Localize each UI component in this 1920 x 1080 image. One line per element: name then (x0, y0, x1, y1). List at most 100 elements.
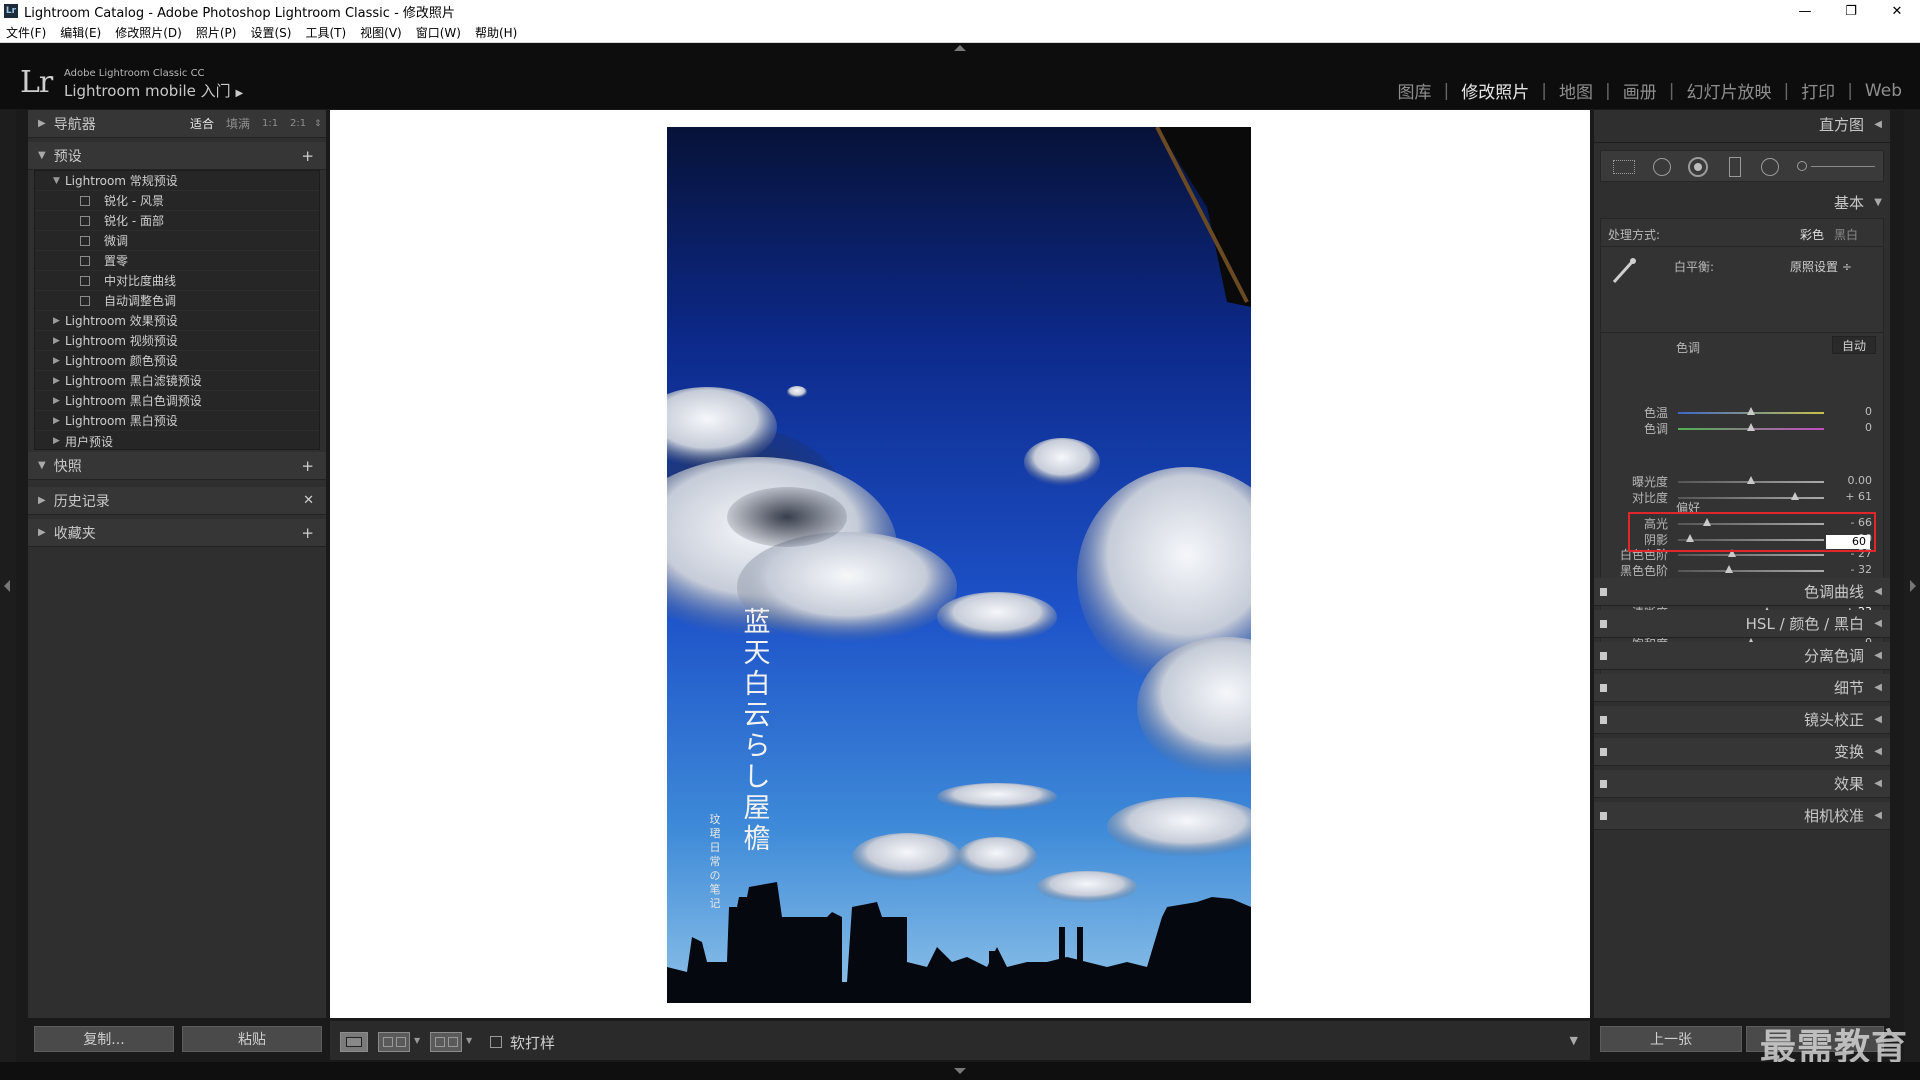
menu-window[interactable]: 窗口(W) (416, 24, 461, 41)
transform-section-header[interactable]: 变换 ◀ (1594, 738, 1890, 766)
red-eye-icon[interactable] (1688, 157, 1708, 177)
white-balance-eyedropper-icon[interactable] (1608, 256, 1640, 286)
copy-button[interactable]: 复制... (34, 1026, 174, 1052)
dropdown-arrow-icon[interactable]: ▼ (414, 1036, 420, 1045)
blacks-slider-knob[interactable] (1725, 565, 1734, 573)
collapse-top-panel-icon[interactable] (954, 45, 966, 51)
collapse-left-panel-icon[interactable] (4, 580, 10, 592)
vibrance-value-input[interactable]: 60 (1826, 535, 1870, 549)
blacks-value[interactable]: - 32 (1832, 563, 1872, 576)
add-snapshot-icon[interactable]: + (301, 457, 314, 475)
preset-item[interactable]: 中对比度曲线 (35, 271, 319, 291)
previous-button[interactable]: 上一张 (1600, 1026, 1742, 1052)
collapse-filmstrip-icon[interactable] (954, 1068, 966, 1074)
preset-group[interactable]: ▶ Lightroom 黑白滤镜预设 (35, 371, 319, 391)
softproof-checkbox[interactable] (490, 1036, 502, 1048)
tone-curve-section-header[interactable]: 色调曲线 ◀ (1594, 578, 1890, 606)
section-toggle-switch[interactable] (1600, 684, 1607, 692)
module-web[interactable]: Web (1865, 81, 1902, 101)
preset-group[interactable]: ▶ Lightroom 黑白色调预设 (35, 391, 319, 411)
minimize-button[interactable]: — (1782, 0, 1828, 22)
navigator-header[interactable]: ▶ 导航器 适合 填满 1:1 2:1 ⇕ (28, 110, 326, 138)
histogram-header[interactable]: 直方图 ◀ (1594, 110, 1890, 138)
collections-header[interactable]: ▶ 收藏夹 + (28, 519, 326, 547)
preset-group[interactable]: ▶ Lightroom 黑白预设 (35, 411, 319, 431)
section-toggle-switch[interactable] (1600, 780, 1607, 788)
presets-header[interactable]: ▼ 预设 + (28, 142, 326, 170)
basic-header[interactable]: 基本 ▼ (1594, 188, 1890, 216)
menu-tools[interactable]: 工具(T) (305, 24, 346, 41)
photo-preview[interactable]: 蓝天白云らし屋檐 玟珺日常の笔记 (667, 127, 1251, 1003)
zoom-1-1[interactable]: 1:1 (262, 118, 278, 129)
brush-size-slider[interactable] (1811, 166, 1875, 167)
preset-item[interactable]: 置零 (35, 251, 319, 271)
section-toggle-switch[interactable] (1600, 716, 1607, 724)
menu-edit[interactable]: 编辑(E) (60, 24, 101, 41)
preset-group-user[interactable]: ▶ 用户预设 (35, 431, 319, 451)
preset-item[interactable]: 锐化 - 风景 (35, 191, 319, 211)
history-header[interactable]: ▶ 历史记录 ✕ (28, 487, 326, 515)
loupe-view-button[interactable] (340, 1032, 368, 1052)
section-toggle-switch[interactable] (1600, 588, 1607, 596)
preset-group[interactable]: ▶ Lightroom 颜色预设 (35, 351, 319, 371)
adjustment-brush-icon[interactable] (1797, 161, 1807, 171)
menu-help[interactable]: 帮助(H) (475, 24, 517, 41)
zoom-stepper-icon[interactable]: ⇕ (314, 119, 322, 129)
exposure-slider-knob[interactable] (1747, 476, 1755, 484)
treatment-bw-option[interactable]: 黑白 (1834, 226, 1858, 243)
contrast-value[interactable]: + 61 (1832, 490, 1872, 503)
paste-button[interactable]: 粘贴 (182, 1026, 322, 1052)
section-toggle-switch[interactable] (1600, 748, 1607, 756)
module-map[interactable]: 地图 (1559, 78, 1593, 103)
whites-slider-track[interactable] (1678, 554, 1824, 556)
wb-dropdown[interactable]: 原照设置 ÷ (1790, 258, 1852, 275)
menu-develop[interactable]: 修改照片(D) (115, 24, 182, 41)
snapshots-header[interactable]: ▼ 快照 + (28, 452, 326, 480)
add-preset-icon[interactable]: + (301, 147, 314, 165)
identity-mobile-link[interactable]: Lightroom mobile 入门 ▶ (64, 80, 243, 101)
menu-view[interactable]: 视图(V) (360, 24, 402, 41)
module-print[interactable]: 打印 (1801, 78, 1835, 103)
menu-settings[interactable]: 设置(S) (250, 24, 291, 41)
preset-group[interactable]: ▶ Lightroom 视频预设 (35, 331, 319, 351)
module-develop[interactable]: 修改照片 (1461, 78, 1529, 103)
exposure-value[interactable]: 0.00 (1832, 474, 1873, 487)
module-library[interactable]: 图库 (1398, 78, 1432, 103)
tint-slider-knob[interactable] (1747, 423, 1755, 431)
preset-item[interactable]: 微调 (35, 231, 319, 251)
temp-slider-knob[interactable] (1747, 407, 1755, 415)
temp-value[interactable]: 0 (1832, 405, 1872, 418)
crop-overlay-icon[interactable] (1613, 160, 1635, 174)
collapse-right-panel-icon[interactable] (1910, 580, 1916, 592)
dropdown-arrow-icon[interactable]: ▼ (466, 1036, 472, 1045)
module-book[interactable]: 画册 (1623, 78, 1657, 103)
module-slideshow[interactable]: 幻灯片放映 (1686, 78, 1771, 103)
right-panel-edge[interactable] (1904, 110, 1920, 1070)
zoom-2-1[interactable]: 2:1 (290, 118, 306, 129)
blacks-slider-track[interactable] (1678, 570, 1824, 572)
preset-item[interactable]: 锐化 - 面部 (35, 211, 319, 231)
graduated-filter-icon[interactable] (1729, 157, 1741, 177)
zoom-fit[interactable]: 适合 (190, 115, 214, 132)
preset-group[interactable]: ▶ Lightroom 效果预设 (35, 311, 319, 331)
tint-value[interactable]: 0 (1832, 421, 1872, 434)
spot-removal-icon[interactable] (1653, 158, 1671, 176)
auto-tone-button[interactable]: 自动 (1832, 336, 1876, 354)
maximize-button[interactable]: ❐ (1828, 0, 1874, 22)
treatment-color-option[interactable]: 彩色 (1800, 226, 1824, 243)
section-toggle-switch[interactable] (1600, 652, 1607, 660)
detail-section-header[interactable]: 细节 ◀ (1594, 674, 1890, 702)
lens-correction-section-header[interactable]: 镜头校正 ◀ (1594, 706, 1890, 734)
camera-calibration-section-header[interactable]: 相机校准 ◀ (1594, 802, 1890, 830)
preset-item[interactable]: 自动调整色调 (35, 291, 319, 311)
before-after-button[interactable] (378, 1032, 410, 1052)
before-after-split-button[interactable] (430, 1032, 462, 1052)
section-toggle-switch[interactable] (1600, 620, 1607, 628)
menu-photo[interactable]: 照片(P) (196, 24, 237, 41)
hsl-section-header[interactable]: HSL / 颜色 / 黑白 ◀ (1594, 610, 1890, 638)
left-panel-edge[interactable] (0, 110, 16, 1070)
contrast-slider-knob[interactable] (1790, 492, 1799, 500)
preset-group-general[interactable]: ▼ Lightroom 常规预设 (35, 171, 319, 191)
section-toggle-switch[interactable] (1600, 812, 1607, 820)
zoom-fill[interactable]: 填满 (226, 115, 250, 132)
